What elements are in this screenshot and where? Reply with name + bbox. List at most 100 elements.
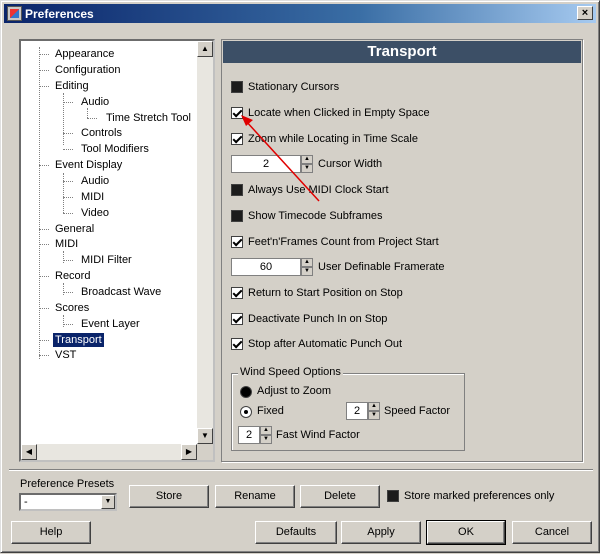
cursor-width-spinner[interactable]: 2 ▲ ▼ xyxy=(231,155,313,173)
cancel-button[interactable]: Cancel xyxy=(512,521,592,544)
tree-connector xyxy=(63,173,64,213)
cursor-width-label: Cursor Width xyxy=(318,158,383,170)
spin-up-icon[interactable]: ▲ xyxy=(368,402,380,411)
checkbox-return-to-start[interactable] xyxy=(231,287,243,299)
tree-connector xyxy=(39,229,49,230)
tree-connector xyxy=(39,355,49,356)
scroll-up-icon[interactable]: ▲ xyxy=(197,41,213,57)
divider xyxy=(9,469,593,471)
spin-up-icon[interactable]: ▲ xyxy=(301,258,313,267)
preference-presets-select[interactable]: - ▼ xyxy=(19,493,117,511)
radio-adjust-to-zoom[interactable] xyxy=(240,386,252,398)
scroll-down-icon[interactable]: ▼ xyxy=(197,428,213,444)
tree-item-editing[interactable]: Editing xyxy=(53,79,91,93)
tree-vertical-scrollbar[interactable]: ▲ ▼ xyxy=(197,41,213,444)
tree-item-time-stretch-tool[interactable]: Time Stretch Tool xyxy=(104,111,193,125)
window-title: Preferences xyxy=(25,7,94,21)
apply-button[interactable]: Apply xyxy=(341,521,421,544)
tree-item-midi[interactable]: MIDI xyxy=(53,237,80,251)
spin-down-icon[interactable]: ▼ xyxy=(301,267,313,276)
tree-connector xyxy=(63,102,73,103)
checkbox-stationary-cursors[interactable] xyxy=(231,81,243,93)
checkbox-show-timecode-subframes[interactable] xyxy=(231,210,243,222)
defaults-button[interactable]: Defaults xyxy=(255,521,337,544)
tree-item-event-display[interactable]: Event Display xyxy=(53,158,124,172)
spin-down-icon[interactable]: ▼ xyxy=(260,435,272,444)
spin-down-icon[interactable]: ▼ xyxy=(368,411,380,420)
option-label: Feet'n'Frames Count from Project Start xyxy=(248,236,439,248)
tree-connector xyxy=(63,197,73,198)
store-marked-label: Store marked preferences only xyxy=(404,490,555,502)
tree-item-configuration[interactable]: Configuration xyxy=(53,63,122,77)
option-label: Return to Start Position on Stop xyxy=(248,287,403,299)
chevron-down-icon[interactable]: ▼ xyxy=(101,495,115,509)
spin-down-icon[interactable]: ▼ xyxy=(301,164,313,173)
tree-connector xyxy=(39,276,49,277)
tree-connector xyxy=(87,108,88,118)
radio-fixed[interactable] xyxy=(240,406,252,418)
scroll-left-icon[interactable]: ◀ xyxy=(21,444,37,460)
speed-factor-label: Speed Factor xyxy=(384,405,451,417)
fast-wind-factor-value[interactable]: 2 xyxy=(238,426,260,444)
tree-item-editing-audio[interactable]: Audio xyxy=(79,95,111,109)
checkbox-zoom-while-locating[interactable] xyxy=(231,133,243,145)
cursor-width-value[interactable]: 2 xyxy=(231,155,301,173)
tree-horizontal-scrollbar[interactable]: ◀ ▶ xyxy=(21,444,197,460)
transport-settings-panel: Transport Stationary Cursors Locate when… xyxy=(221,39,583,462)
tree-item-midi-filter[interactable]: MIDI Filter xyxy=(79,253,134,267)
adjust-to-zoom-label: Adjust to Zoom xyxy=(257,385,331,397)
tree-item-tool-modifiers[interactable]: Tool Modifiers xyxy=(79,142,151,156)
tree-connector xyxy=(63,260,73,261)
checkbox-deactivate-punch-in[interactable] xyxy=(231,313,243,325)
ok-button[interactable]: OK xyxy=(426,520,506,545)
tree-item-broadcast-wave[interactable]: Broadcast Wave xyxy=(79,285,163,299)
tree-item-record[interactable]: Record xyxy=(53,269,92,283)
framerate-value[interactable]: 60 xyxy=(231,258,301,276)
option-label: Stop after Automatic Punch Out xyxy=(248,338,403,350)
tree-connector xyxy=(39,86,49,87)
checkbox-locate-when-clicked[interactable] xyxy=(231,107,243,119)
tree-connector xyxy=(39,70,49,71)
tree-connector xyxy=(63,324,73,325)
tree-item-video[interactable]: Video xyxy=(79,206,111,220)
delete-button[interactable]: Delete xyxy=(300,485,380,508)
rename-button[interactable]: Rename xyxy=(215,485,295,508)
tree-item-event-display-midi[interactable]: MIDI xyxy=(79,190,106,204)
store-button[interactable]: Store xyxy=(129,485,209,508)
checkbox-store-marked-only[interactable] xyxy=(387,490,399,502)
checkbox-feet-n-frames[interactable] xyxy=(231,236,243,248)
tree-connector xyxy=(39,165,49,166)
fast-wind-factor-spinner[interactable]: 2 ▲ ▼ xyxy=(238,426,272,444)
tree-item-scores[interactable]: Scores xyxy=(53,301,91,315)
close-icon[interactable]: × xyxy=(577,6,593,20)
help-button[interactable]: Help xyxy=(11,521,91,544)
tree-item-vst[interactable]: VST xyxy=(53,348,78,362)
tree-item-event-layer[interactable]: Event Layer xyxy=(79,317,142,331)
tree-connector xyxy=(39,308,49,309)
scroll-right-icon[interactable]: ▶ xyxy=(181,444,197,460)
framerate-spinner[interactable]: 60 ▲ ▼ xyxy=(231,258,313,276)
tree-connector xyxy=(63,283,64,295)
tree-connector xyxy=(63,251,64,263)
tree-item-event-display-audio[interactable]: Audio xyxy=(79,174,111,188)
preference-presets-label: Preference Presets xyxy=(20,478,115,490)
tree-item-controls[interactable]: Controls xyxy=(79,126,124,140)
tree-connector xyxy=(39,340,49,341)
spin-up-icon[interactable]: ▲ xyxy=(301,155,313,164)
tree-item-transport[interactable]: Transport xyxy=(53,333,104,347)
tree-connector xyxy=(63,315,64,327)
checkbox-always-use-midi-clock-start[interactable] xyxy=(231,184,243,196)
tree-connector xyxy=(63,181,73,182)
checkbox-stop-after-punch-out[interactable] xyxy=(231,338,243,350)
speed-factor-value[interactable]: 2 xyxy=(346,402,368,420)
wind-speed-legend: Wind Speed Options xyxy=(238,366,343,378)
option-label: Stationary Cursors xyxy=(248,81,340,93)
option-label: Locate when Clicked in Empty Space xyxy=(248,107,430,119)
spin-up-icon[interactable]: ▲ xyxy=(260,426,272,435)
tree-connector xyxy=(63,93,64,145)
tree-connector xyxy=(87,118,97,119)
tree-item-appearance[interactable]: Appearance xyxy=(53,47,116,61)
tree-item-general[interactable]: General xyxy=(53,222,96,236)
cursor-width-row: 2 ▲ ▼ Cursor Width xyxy=(231,155,401,173)
speed-factor-spinner[interactable]: 2 ▲ ▼ xyxy=(346,402,380,420)
